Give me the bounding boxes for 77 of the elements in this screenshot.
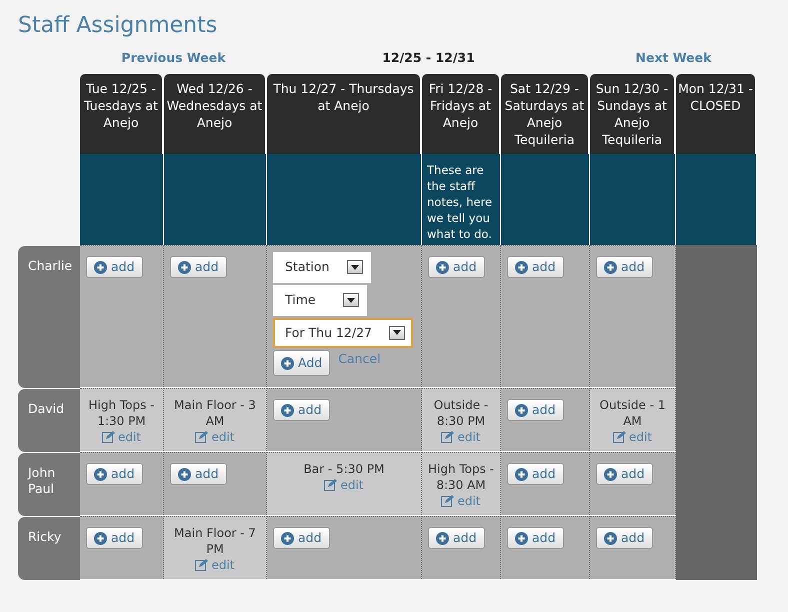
edit-icon [324,479,338,491]
plus-icon [604,532,617,544]
plus-icon [515,260,528,274]
dropdown-arrow-icon [393,330,401,336]
plus-icon [281,532,294,544]
plus-icon [94,532,107,544]
edit-link[interactable]: edit [441,429,481,445]
add-button[interactable]: add [86,256,143,278]
add-button[interactable]: add [86,527,143,549]
plus-icon [515,468,528,480]
dropdown-arrow-icon [347,298,355,303]
edit-link[interactable]: edit [195,557,235,573]
page-title: Staff Assignments [18,12,218,40]
edit-icon [195,559,208,571]
add-button[interactable]: add [507,399,564,421]
add-button[interactable]: add [507,527,564,549]
next-week-link[interactable]: Next Week [636,50,712,65]
add-button[interactable]: add [170,256,227,278]
plus-icon [281,404,294,416]
add-button[interactable]: add [170,463,227,485]
edit-link[interactable]: edit [441,493,481,509]
shift-text: Main Floor - 3 AM [173,397,257,429]
edit-link[interactable]: edit [324,477,364,493]
plus-icon [604,468,617,480]
edit-link[interactable]: edit [195,429,235,445]
add-button[interactable]: add [273,527,330,549]
day-header: Tue 12/25 - Tuesdays at Anejo [80,74,162,154]
edit-icon [102,431,115,443]
plus-icon [515,532,528,544]
day-header: Wed 12/26 - Wednesdays at Anejo [164,74,265,154]
staff-notes: These are the staff notes, here we tell you what to do. [422,154,500,245]
plus-icon [436,532,449,544]
staff-name: David [18,389,80,452]
plus-icon [94,260,107,274]
add-button[interactable]: add [507,256,564,278]
select-field[interactable]: Station [273,252,371,283]
edit-icon [195,431,208,443]
shift-text: Main Floor - 7 PM [173,525,257,557]
previous-week-link[interactable]: Previous Week [121,50,226,65]
add-button[interactable]: add [86,463,143,485]
add-button[interactable]: add [596,527,653,549]
plus-icon [436,260,449,274]
day-header: Thu 12/27 - Thursdays at Anejo [267,74,420,154]
add-button[interactable]: add [596,463,653,485]
day-header: Mon 12/31 - CLOSED [676,74,755,154]
plus-icon [604,260,617,274]
shift-text: High Tops - 1:30 PM [87,397,156,429]
edit-icon [441,495,454,507]
add-button[interactable]: add [428,256,485,278]
day-header: Fri 12/28 - Fridays at Anejo [422,74,499,154]
plus-icon [178,468,191,480]
select-field[interactable]: For Thu 12/27 [273,318,413,348]
edit-link[interactable]: edit [102,429,142,445]
shift-text: Outside - 8:30 PM [432,397,490,429]
edit-icon [612,431,626,443]
staff-name: John Paul [18,453,80,516]
edit-link[interactable]: edit [612,429,652,445]
add-button[interactable]: Add [273,350,330,376]
staff-name: Ricky [18,517,80,580]
edit-icon [441,431,454,443]
plus-icon [178,260,191,274]
day-header: Sun 12/30 - Sundays at Anejo Tequileria [590,74,674,154]
plus-icon [515,404,528,416]
plus-icon [94,468,107,480]
date-range: 12/25 - 12/31 [382,50,475,65]
day-header: Sat 12/29 - Saturdays at Anejo Tequileria [501,74,588,154]
add-button[interactable]: add [273,399,330,421]
select-field[interactable]: Time [273,284,367,316]
shift-text: Outside - 1 AM [598,397,666,429]
shift-text: Bar - 5:30 PM [302,461,386,477]
dropdown-arrow-icon [351,264,359,270]
shift-text: High Tops - 8:30 AM [426,461,496,493]
plus-icon [281,356,294,370]
add-button[interactable]: add [428,527,485,549]
add-button[interactable]: add [596,256,653,278]
add-button[interactable]: add [507,463,564,485]
staff-name: Charlie [18,246,80,388]
